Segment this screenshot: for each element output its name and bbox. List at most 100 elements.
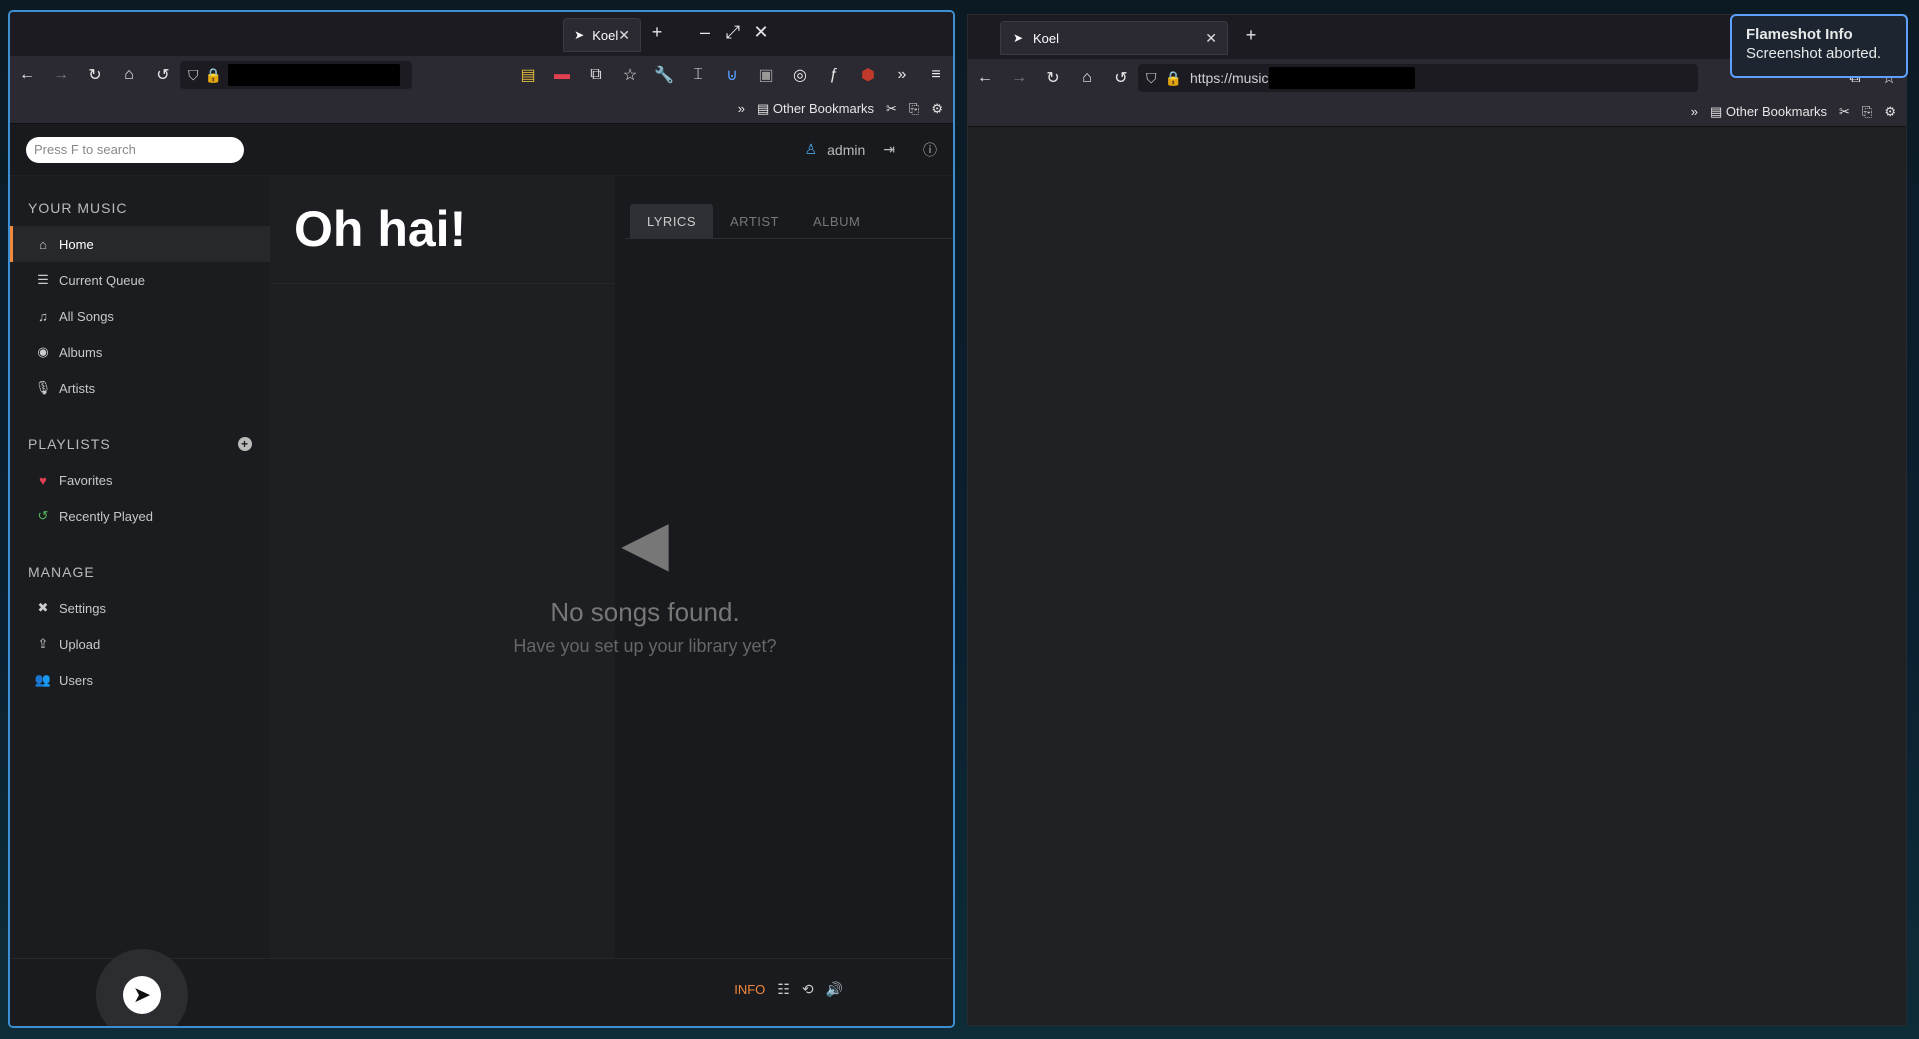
bookmarks-overflow-icon[interactable]: » [1691,104,1698,119]
new-tab-button[interactable]: + [1240,25,1262,46]
tab-close-icon[interactable]: ✕ [1205,30,1217,47]
footer-controls: INFO ☷ ⟲ 🔊 [734,981,843,998]
tab-koel[interactable]: ➤ Koel ✕ [1000,21,1228,55]
translate-icon[interactable]: ⧉ [579,60,613,90]
extension-icon[interactable]: ✂ [886,101,897,117]
avatar[interactable]: ♙ [805,141,818,158]
redacted-url [227,64,400,86]
sidebar-item-home[interactable]: ⌂ Home [10,226,270,262]
repeat-icon[interactable]: ⟲ [802,981,814,998]
extension-icon[interactable]: ✂ [1839,104,1850,120]
bookmarks-overflow-icon[interactable]: » [738,101,745,116]
user-name[interactable]: admin [827,142,865,158]
history-icon[interactable]: ↺ [146,60,180,90]
list-icon: ☰ [37,272,49,287]
url-bar[interactable]: ⛉ 🔒 https://music [1138,64,1698,92]
home-icon[interactable]: ⌂ [1070,63,1104,93]
logout-icon[interactable]: ⇥ [883,141,895,158]
new-tab-button[interactable]: + [646,22,668,43]
tab-lyrics[interactable]: LYRICS [630,204,713,238]
tools-icon: ✖ [37,600,49,615]
sidebar-item-label: Albums [59,344,103,360]
add-playlist-button[interactable]: + [238,437,252,451]
tab-koel[interactable]: ➤ Koel ✕ [563,18,641,52]
tab-title: Koel [592,27,619,43]
extra-panel-tabs: LYRICS ARTIST ALBUM [630,204,877,238]
ublock-icon[interactable]: ⬢ [851,60,885,90]
gear-icon[interactable]: ⚙ [931,101,943,117]
url-bar[interactable]: ⛉ 🔒 [180,61,412,89]
minimize-button[interactable]: – [694,22,716,43]
search-input[interactable] [26,136,244,163]
sidebar: YOUR MUSIC ⌂ Home ☰ Current Queue ♫ All … [10,176,270,958]
music-note-icon: ♫ [38,308,48,324]
sidebar-item-current-queue[interactable]: ☰ Current Queue [10,262,270,298]
redacted-url [1268,67,1415,89]
function-icon[interactable]: ƒ [817,60,851,90]
sidebar-item-label: Artists [59,380,96,396]
other-bookmarks[interactable]: ▤ Other Bookmarks [757,101,874,117]
notification-toast[interactable]: Flameshot Info Screenshot aborted. [1730,14,1908,78]
equalizer-icon[interactable]: ☷ [777,981,790,998]
extension-icon[interactable]: ⎘ [909,101,919,117]
flag-icon[interactable]: ▬ [545,60,579,90]
extension-icon[interactable]: ⌶ [681,60,715,90]
bookmark-star-icon[interactable]: ☆ [613,60,647,90]
sidebar-item-label: Home [59,236,94,252]
bookmarks-bar: » ▤ Other Bookmarks ✂ ⎘ ⚙ [968,97,1906,127]
forward-icon[interactable]: → [1002,63,1036,93]
folder-icon: ▤ [1709,103,1726,119]
reload-icon[interactable]: ↻ [1036,63,1070,93]
sidebar-item-users[interactable]: 👥 Users [10,662,270,698]
info-toggle-button[interactable]: INFO [734,982,765,997]
forward-icon[interactable]: → [44,60,78,90]
gear-icon[interactable]: ⚙ [1884,104,1896,120]
sidebar-item-label: Users [59,672,93,688]
overflow-icon[interactable]: » [885,60,919,90]
back-icon[interactable]: ← [968,63,1002,93]
extension-icon[interactable]: ⊍ [715,60,749,90]
koel-logo-icon: ➤ [123,976,161,1014]
section-title-your-music: YOUR MUSIC [28,200,128,216]
sidebar-item-artists[interactable]: 🎙 Artists [10,370,270,406]
sidebar-item-settings[interactable]: ✖ Settings [10,590,270,626]
sidebar-item-upload[interactable]: ⇪ Upload [10,626,270,662]
reload-icon[interactable]: ↻ [78,60,112,90]
sidebar-item-albums[interactable]: ◉ Albums [10,334,270,370]
history-icon[interactable]: ↺ [1104,63,1138,93]
tab-album[interactable]: ALBUM [796,204,877,238]
sidebar-item-label: Upload [59,636,101,652]
extension-icon[interactable]: ▤ [511,60,545,90]
sidebar-item-all-songs[interactable]: ♫ All Songs [10,298,270,334]
other-bookmarks[interactable]: ▤ Other Bookmarks [1710,104,1827,120]
blank-page-content [968,127,1906,1025]
sidebar-item-label: Current Queue [59,272,145,288]
wrench-icon[interactable]: 🔧 [647,60,681,90]
shield-icon: ⛉ [1146,69,1157,86]
glasses-icon[interactable]: ◎ [783,60,817,90]
tab-close-icon[interactable]: ✕ [618,27,630,44]
close-window-button[interactable]: ✕ [750,22,772,43]
toast-message: Screenshot aborted. [1746,45,1882,62]
page-title: Oh hai! [270,176,615,284]
koel-app: ♙ admin ⇥ ⓘ YOUR MUSIC ⌂ Home ☰ Current … [10,124,953,1026]
extension-icon[interactable]: ▣ [749,60,783,90]
info-icon[interactable]: ⓘ [923,140,937,160]
history-icon: ↺ [37,508,49,523]
volume-icon[interactable]: 🔊 [826,981,843,998]
tab-artist[interactable]: ARTIST [713,204,796,238]
heart-icon: ♥ [39,472,47,488]
home-icon[interactable]: ⌂ [112,60,146,90]
sidebar-item-favorites[interactable]: ♥ Favorites [10,462,270,498]
album-cover[interactable]: ➤ [96,949,188,1026]
empty-state: ◀ No songs found. Have you set up your l… [445,506,845,657]
back-icon[interactable]: ← [10,60,44,90]
maximize-button[interactable]: ⤢ [722,22,744,43]
disc-icon: ◉ [37,344,49,359]
sidebar-item-label: Favorites [59,472,113,488]
sidebar-item-label: Settings [59,600,106,616]
toast-title: Flameshot Info [1746,26,1853,43]
extension-icon[interactable]: ⎘ [1862,104,1872,120]
sidebar-item-recently-played[interactable]: ↺ Recently Played [10,498,270,534]
menu-icon[interactable]: ≡ [919,60,953,90]
